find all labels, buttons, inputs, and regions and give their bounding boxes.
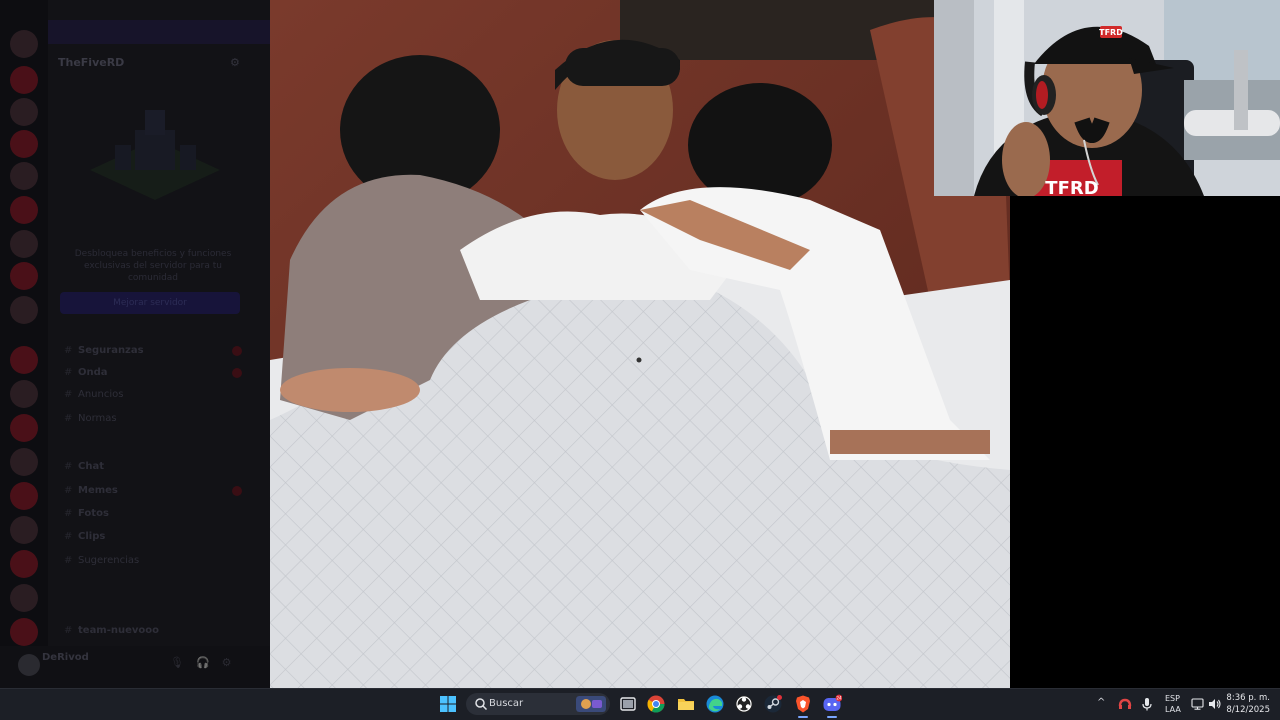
mention-badge [232,346,242,356]
shirt-text: TFRD [1045,178,1098,196]
steam-icon[interactable] [763,694,783,714]
user-name[interactable]: DeRivod [42,652,89,663]
server-menu-icon[interactable]: ⚙ [230,56,240,69]
empty-stream-panel [1010,196,1280,688]
channel-item[interactable]: # Sugerencias [48,552,270,570]
input-language[interactable]: ESP [1165,694,1180,703]
active-app-indicator [827,716,837,718]
task-view-icon[interactable] [618,694,638,714]
server-icon[interactable] [10,262,38,290]
hash-icon: # [64,413,73,424]
hash-icon: # [64,345,73,356]
mention-badge [232,486,242,496]
server-icon[interactable] [10,296,38,324]
server-icon[interactable] [10,448,38,476]
network-icon[interactable] [1191,698,1204,710]
tray-app-icon[interactable] [1118,697,1132,711]
channel-item[interactable]: # Seguranzas [48,342,270,360]
server-icon[interactable] [10,98,38,126]
cap-logo: TFRD [1099,28,1123,37]
notification-badge: 24 [836,696,842,701]
chrome-icon[interactable] [646,694,666,714]
server-icon[interactable] [10,380,38,408]
brave-icon[interactable] [793,694,813,714]
clock-time[interactable]: 8:36 p. m. [1226,693,1270,703]
hash-icon: # [64,531,73,542]
server-icon[interactable] [10,162,38,190]
search-label: Buscar [489,698,524,709]
server-name[interactable]: TheFiveRD [58,56,124,69]
windows-start-button[interactable] [438,694,458,714]
hash-icon: # [64,461,73,472]
server-icon[interactable] [10,346,38,374]
file-explorer-icon[interactable] [676,694,696,714]
search-icon [475,698,488,711]
edge-icon[interactable] [705,694,725,714]
server-icon[interactable] [10,482,38,510]
hash-icon: # [64,367,73,378]
webcam-overlay: TFRD TFRD [934,0,1280,196]
mention-badge [232,368,242,378]
channel-item[interactable]: # Fotos [48,505,270,523]
server-rail [0,0,48,688]
boost-description: Desbloquea beneficios y funciones exclus… [74,249,232,283]
server-icon[interactable] [10,66,38,94]
server-banner [48,20,270,44]
volume-icon[interactable] [1208,698,1221,710]
channel-item[interactable]: # Clips [48,528,270,546]
server-boost-illustration [90,110,220,200]
active-app-indicator [798,716,808,718]
channel-item[interactable]: # team-nuevooo [48,622,270,640]
channel-item[interactable]: # Chat [48,458,270,476]
voice-controls[interactable]: 🎙🎧⚙ [170,656,244,669]
hash-icon: # [64,555,73,566]
hash-icon: # [64,389,73,400]
server-icon[interactable] [10,230,38,258]
clock-date[interactable]: 8/12/2025 [1226,705,1270,715]
boost-server-button[interactable]: Mejorar servidor [60,292,240,314]
keyboard-layout[interactable]: LAA [1165,705,1181,714]
search-highlight-icon [576,696,606,712]
microphone-icon[interactable] [1141,697,1153,711]
channel-item[interactable]: # Memes [48,482,270,500]
obs-icon[interactable] [734,694,754,714]
shared-photo [270,0,1010,688]
channel-item[interactable]: # Normas [48,410,270,428]
hash-icon: # [64,485,73,496]
server-icon[interactable] [10,414,38,442]
server-icon[interactable] [10,30,38,58]
hash-icon: # [64,508,73,519]
show-hidden-icons-chevron-icon[interactable]: ^ [1097,697,1105,708]
server-icon[interactable] [10,584,38,612]
server-icon[interactable] [10,550,38,578]
discord-icon[interactable]: 24 [822,694,842,714]
channel-item[interactable]: # Onda [48,364,270,382]
server-icon[interactable] [10,618,38,646]
avatar[interactable] [18,654,40,676]
server-icon[interactable] [10,516,38,544]
server-icon[interactable] [10,130,38,158]
server-icon[interactable] [10,196,38,224]
channel-item[interactable]: # Anuncios [48,386,270,404]
hash-icon: # [64,625,73,636]
taskbar [0,688,1280,720]
